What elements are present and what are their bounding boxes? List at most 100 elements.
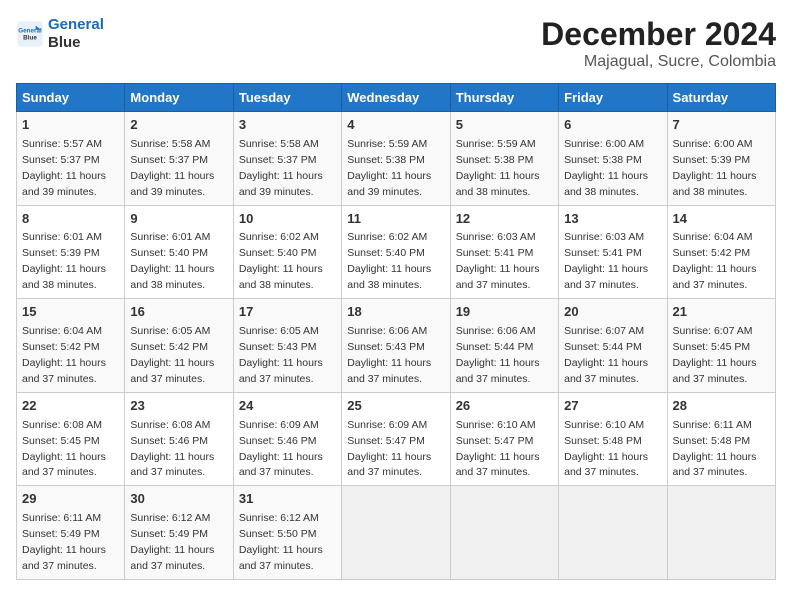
day-number: 15 [22,303,119,322]
day-detail: Sunrise: 6:12 AMSunset: 5:49 PMDaylight:… [130,512,214,572]
title-block: December 2024 Majagual, Sucre, Colombia [541,16,776,71]
day-detail: Sunrise: 6:08 AMSunset: 5:46 PMDaylight:… [130,419,214,479]
day-detail: Sunrise: 6:00 AMSunset: 5:38 PMDaylight:… [564,138,648,198]
calendar-title: December 2024 [541,16,776,53]
header-thursday: Thursday [450,84,558,112]
day-detail: Sunrise: 5:58 AMSunset: 5:37 PMDaylight:… [239,138,323,198]
day-detail: Sunrise: 6:02 AMSunset: 5:40 PMDaylight:… [239,231,323,291]
day-number: 18 [347,303,444,322]
day-detail: Sunrise: 6:09 AMSunset: 5:46 PMDaylight:… [239,419,323,479]
day-detail: Sunrise: 5:58 AMSunset: 5:37 PMDaylight:… [130,138,214,198]
day-detail: Sunrise: 6:11 AMSunset: 5:49 PMDaylight:… [22,512,106,572]
day-number: 29 [22,490,119,509]
day-number: 14 [673,210,770,229]
day-detail: Sunrise: 6:02 AMSunset: 5:40 PMDaylight:… [347,231,431,291]
calendar-cell: 23 Sunrise: 6:08 AMSunset: 5:46 PMDayligh… [125,392,233,486]
calendar-cell: 31 Sunrise: 6:12 AMSunset: 5:50 PMDayligh… [233,486,341,580]
calendar-body: 1 Sunrise: 5:57 AMSunset: 5:37 PMDaylight… [17,112,776,580]
day-detail: Sunrise: 5:57 AMSunset: 5:37 PMDaylight:… [22,138,106,198]
calendar-cell: 15Sunrise: 6:04 AMSunset: 5:42 PMDayligh… [17,299,125,393]
calendar-header-row: SundayMondayTuesdayWednesdayThursdayFrid… [17,84,776,112]
day-detail: Sunrise: 6:10 AMSunset: 5:47 PMDaylight:… [456,419,540,479]
logo-icon: General Blue [16,20,44,48]
week-row-2: 8Sunrise: 6:01 AMSunset: 5:39 PMDaylight… [17,205,776,299]
calendar-cell: 29 Sunrise: 6:11 AMSunset: 5:49 PMDayligh… [17,486,125,580]
day-detail: Sunrise: 6:09 AMSunset: 5:47 PMDaylight:… [347,419,431,479]
calendar-cell: 8Sunrise: 6:01 AMSunset: 5:39 PMDaylight… [17,205,125,299]
day-detail: Sunrise: 6:03 AMSunset: 5:41 PMDaylight:… [564,231,648,291]
day-detail: Sunrise: 6:01 AMSunset: 5:39 PMDaylight:… [22,231,106,291]
day-detail: Sunrise: 6:11 AMSunset: 5:48 PMDaylight:… [673,419,757,479]
day-number: 28 [673,397,770,416]
day-detail: Sunrise: 5:59 AMSunset: 5:38 PMDaylight:… [456,138,540,198]
day-number: 6 [564,116,661,135]
day-detail: Sunrise: 6:07 AMSunset: 5:45 PMDaylight:… [673,325,757,385]
calendar-cell: 24Sunrise: 6:09 AMSunset: 5:46 PMDayligh… [233,392,341,486]
calendar-cell: 3 Sunrise: 5:58 AMSunset: 5:37 PMDaylight… [233,112,341,206]
day-number: 27 [564,397,661,416]
day-detail: Sunrise: 6:08 AMSunset: 5:45 PMDaylight:… [22,419,106,479]
calendar-cell: 19 Sunrise: 6:06 AMSunset: 5:44 PMDayligh… [450,299,558,393]
day-number: 17 [239,303,336,322]
calendar-cell: 30 Sunrise: 6:12 AMSunset: 5:49 PMDayligh… [125,486,233,580]
calendar-cell: 20Sunrise: 6:07 AMSunset: 5:44 PMDayligh… [559,299,667,393]
day-number: 1 [22,116,119,135]
day-detail: Sunrise: 6:10 AMSunset: 5:48 PMDaylight:… [564,419,648,479]
logo-line1: General [48,16,104,33]
calendar-cell: 2 Sunrise: 5:58 AMSunset: 5:37 PMDaylight… [125,112,233,206]
calendar-cell: 12Sunrise: 6:03 AMSunset: 5:41 PMDayligh… [450,205,558,299]
header-tuesday: Tuesday [233,84,341,112]
week-row-4: 22 Sunrise: 6:08 AMSunset: 5:45 PMDayligh… [17,392,776,486]
day-number: 4 [347,116,444,135]
calendar-cell: 16 Sunrise: 6:05 AMSunset: 5:42 PMDayligh… [125,299,233,393]
header-sunday: Sunday [17,84,125,112]
calendar-subtitle: Majagual, Sucre, Colombia [541,53,776,71]
calendar-cell: 6 Sunrise: 6:00 AMSunset: 5:38 PMDaylight… [559,112,667,206]
day-number: 23 [130,397,227,416]
day-number: 30 [130,490,227,509]
logo-line2: Blue [48,34,104,52]
day-detail: Sunrise: 6:01 AMSunset: 5:40 PMDaylight:… [130,231,214,291]
calendar-cell: 22 Sunrise: 6:08 AMSunset: 5:45 PMDayligh… [17,392,125,486]
day-number: 3 [239,116,336,135]
day-number: 9 [130,210,227,229]
week-row-1: 1 Sunrise: 5:57 AMSunset: 5:37 PMDaylight… [17,112,776,206]
calendar-cell: 9 Sunrise: 6:01 AMSunset: 5:40 PMDaylight… [125,205,233,299]
day-number: 5 [456,116,553,135]
day-detail: Sunrise: 5:59 AMSunset: 5:38 PMDaylight:… [347,138,431,198]
header-saturday: Saturday [667,84,775,112]
day-number: 2 [130,116,227,135]
calendar-cell: 11 Sunrise: 6:02 AMSunset: 5:40 PMDayligh… [342,205,450,299]
day-number: 21 [673,303,770,322]
calendar-cell: 17Sunrise: 6:05 AMSunset: 5:43 PMDayligh… [233,299,341,393]
day-number: 10 [239,210,336,229]
calendar-cell: 10 Sunrise: 6:02 AMSunset: 5:40 PMDayligh… [233,205,341,299]
calendar-table: SundayMondayTuesdayWednesdayThursdayFrid… [16,83,776,580]
calendar-cell: 21 Sunrise: 6:07 AMSunset: 5:45 PMDayligh… [667,299,775,393]
header-monday: Monday [125,84,233,112]
day-detail: Sunrise: 6:06 AMSunset: 5:44 PMDaylight:… [456,325,540,385]
calendar-cell: 18Sunrise: 6:06 AMSunset: 5:43 PMDayligh… [342,299,450,393]
calendar-cell [450,486,558,580]
svg-text:Blue: Blue [23,35,37,42]
logo: General Blue General Blue [16,16,104,52]
calendar-cell: 27 Sunrise: 6:10 AMSunset: 5:48 PMDayligh… [559,392,667,486]
day-detail: Sunrise: 6:04 AMSunset: 5:42 PMDaylight:… [673,231,757,291]
day-detail: Sunrise: 6:12 AMSunset: 5:50 PMDaylight:… [239,512,323,572]
calendar-cell: 26Sunrise: 6:10 AMSunset: 5:47 PMDayligh… [450,392,558,486]
calendar-cell: 5 Sunrise: 5:59 AMSunset: 5:38 PMDaylight… [450,112,558,206]
day-detail: Sunrise: 6:05 AMSunset: 5:42 PMDaylight:… [130,325,214,385]
page-header: General Blue General Blue December 2024 … [16,16,776,71]
day-number: 19 [456,303,553,322]
week-row-5: 29 Sunrise: 6:11 AMSunset: 5:49 PMDayligh… [17,486,776,580]
day-number: 16 [130,303,227,322]
day-number: 31 [239,490,336,509]
calendar-cell: 25Sunrise: 6:09 AMSunset: 5:47 PMDayligh… [342,392,450,486]
day-number: 7 [673,116,770,135]
day-number: 11 [347,210,444,229]
calendar-cell: 7Sunrise: 6:00 AMSunset: 5:39 PMDaylight… [667,112,775,206]
day-number: 12 [456,210,553,229]
day-number: 22 [22,397,119,416]
header-friday: Friday [559,84,667,112]
day-detail: Sunrise: 6:07 AMSunset: 5:44 PMDaylight:… [564,325,648,385]
